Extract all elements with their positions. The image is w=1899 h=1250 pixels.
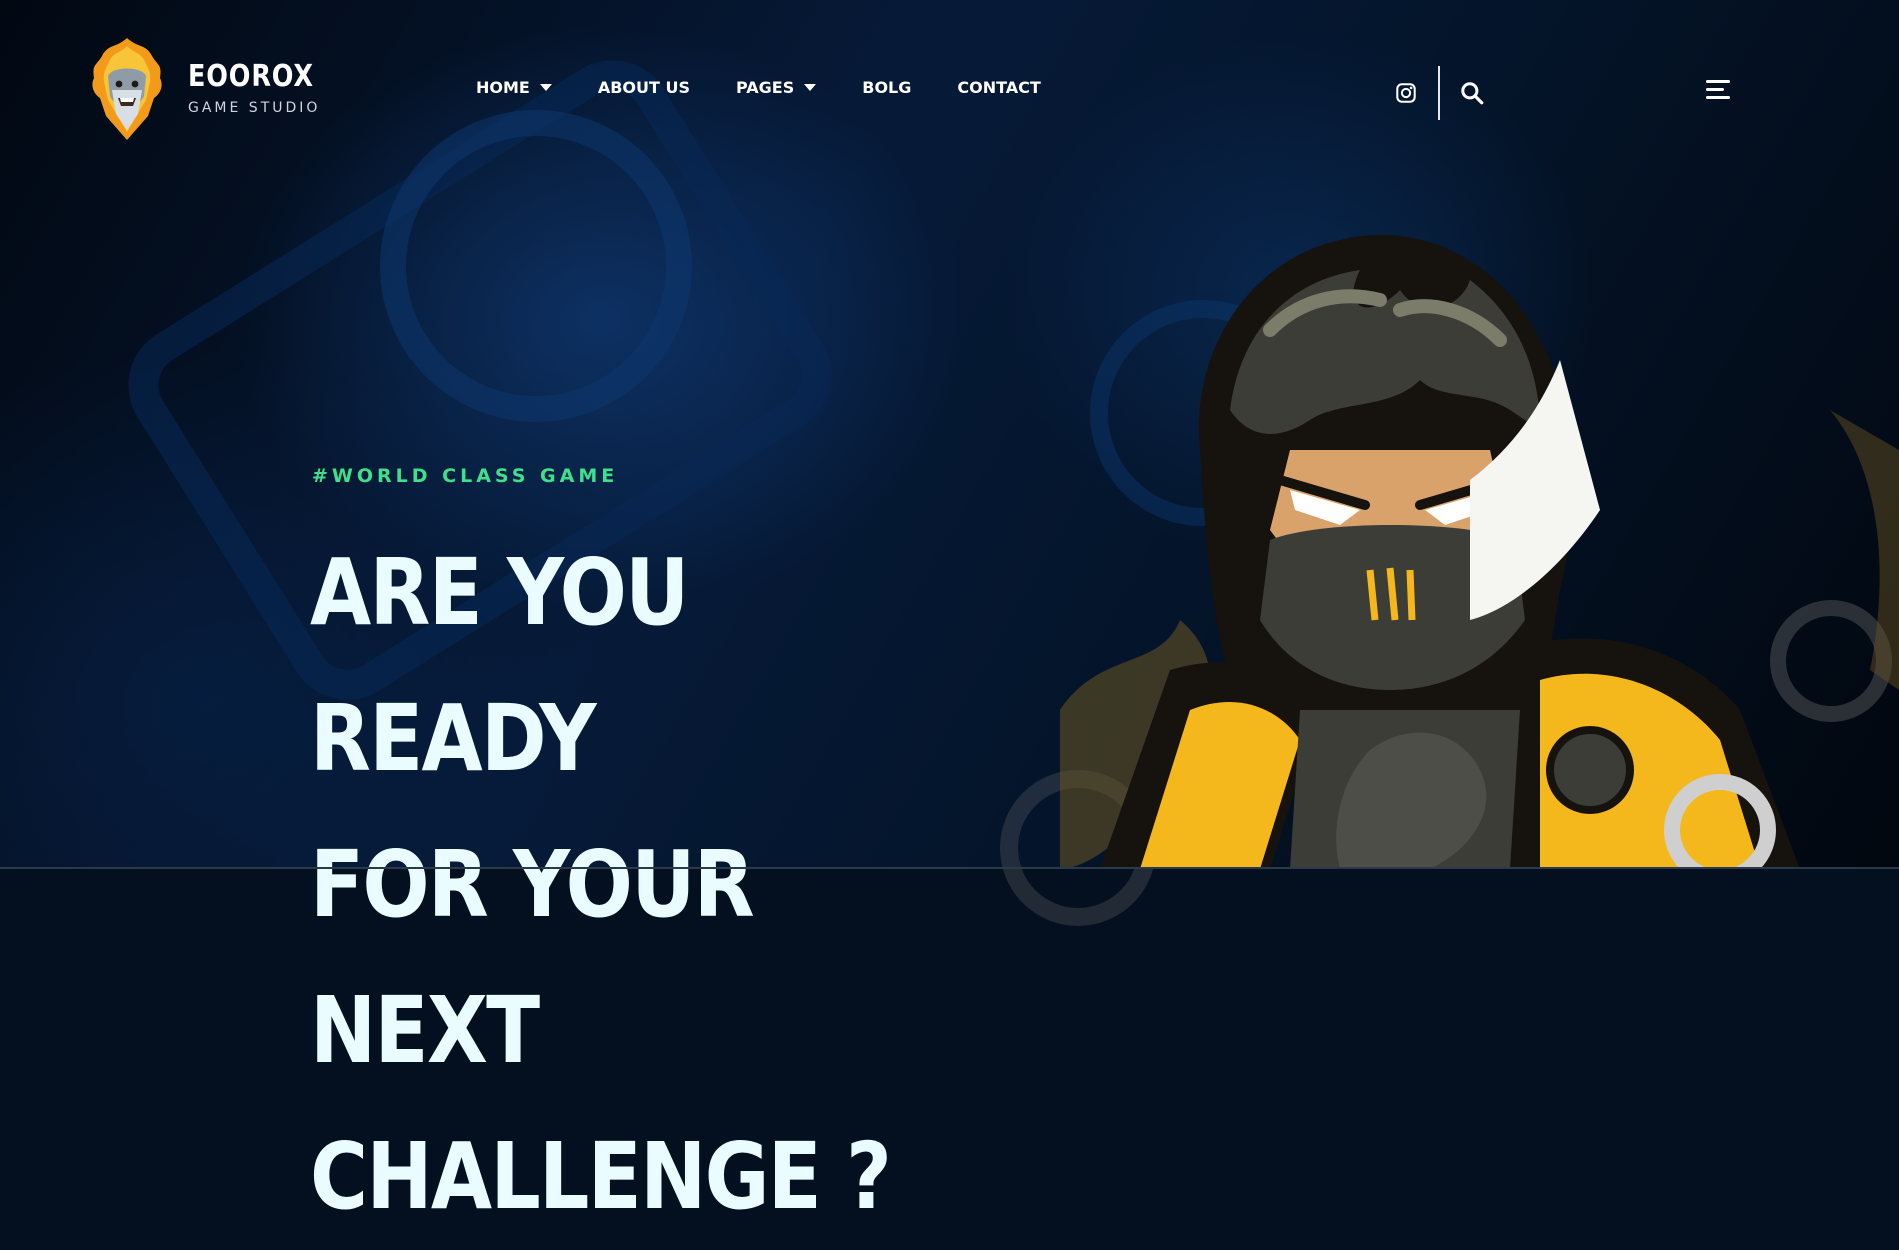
header-divider xyxy=(1438,66,1440,120)
brand-subtitle: GAME STUDIO xyxy=(188,100,321,116)
main-navigation: HOME ABOUT US PAGES BOLG CONTACT xyxy=(476,78,1087,97)
wizard-mascot-icon xyxy=(92,38,162,140)
header-actions xyxy=(1392,66,1486,120)
nav-item-label: ABOUT US xyxy=(597,78,691,97)
hamburger-menu-icon xyxy=(1706,80,1734,99)
search-icon xyxy=(1461,82,1484,105)
hero-tagline: #WORLD CLASS GAME xyxy=(312,465,619,487)
brand-name: EOOROX xyxy=(188,59,314,94)
nav-item-label: PAGES xyxy=(736,78,795,97)
nav-item-label: HOME xyxy=(476,78,530,97)
nav-item-home[interactable]: HOME xyxy=(476,78,552,97)
nav-item-blog[interactable]: BOLG xyxy=(862,78,911,97)
nav-item-about-us[interactable]: ABOUT US xyxy=(598,78,690,97)
chevron-down-icon xyxy=(804,84,817,91)
nav-item-pages[interactable]: PAGES xyxy=(736,78,817,97)
masked-gamer-character xyxy=(1060,234,1899,869)
hero-title-line: CHALLENGE ? xyxy=(310,1123,892,1230)
search-button[interactable] xyxy=(1458,79,1486,107)
instagram-icon xyxy=(1396,83,1416,103)
hero-title: ARE YOU READY FOR YOUR NEXT CHALLENGE ? xyxy=(310,520,964,1250)
chevron-down-icon xyxy=(539,84,552,91)
nav-item-label: BOLG xyxy=(862,78,912,97)
hero-title-line: ARE YOU READY xyxy=(310,539,689,792)
instagram-button[interactable] xyxy=(1392,79,1420,107)
hamburger-menu-button[interactable] xyxy=(1706,80,1734,104)
nav-item-contact[interactable]: CONTACT xyxy=(957,78,1040,97)
site-logo[interactable]: EOOROX GAME STUDIO xyxy=(86,36,336,142)
hero-title-line: FOR YOUR NEXT xyxy=(310,831,755,1084)
nav-item-label: CONTACT xyxy=(957,78,1041,97)
